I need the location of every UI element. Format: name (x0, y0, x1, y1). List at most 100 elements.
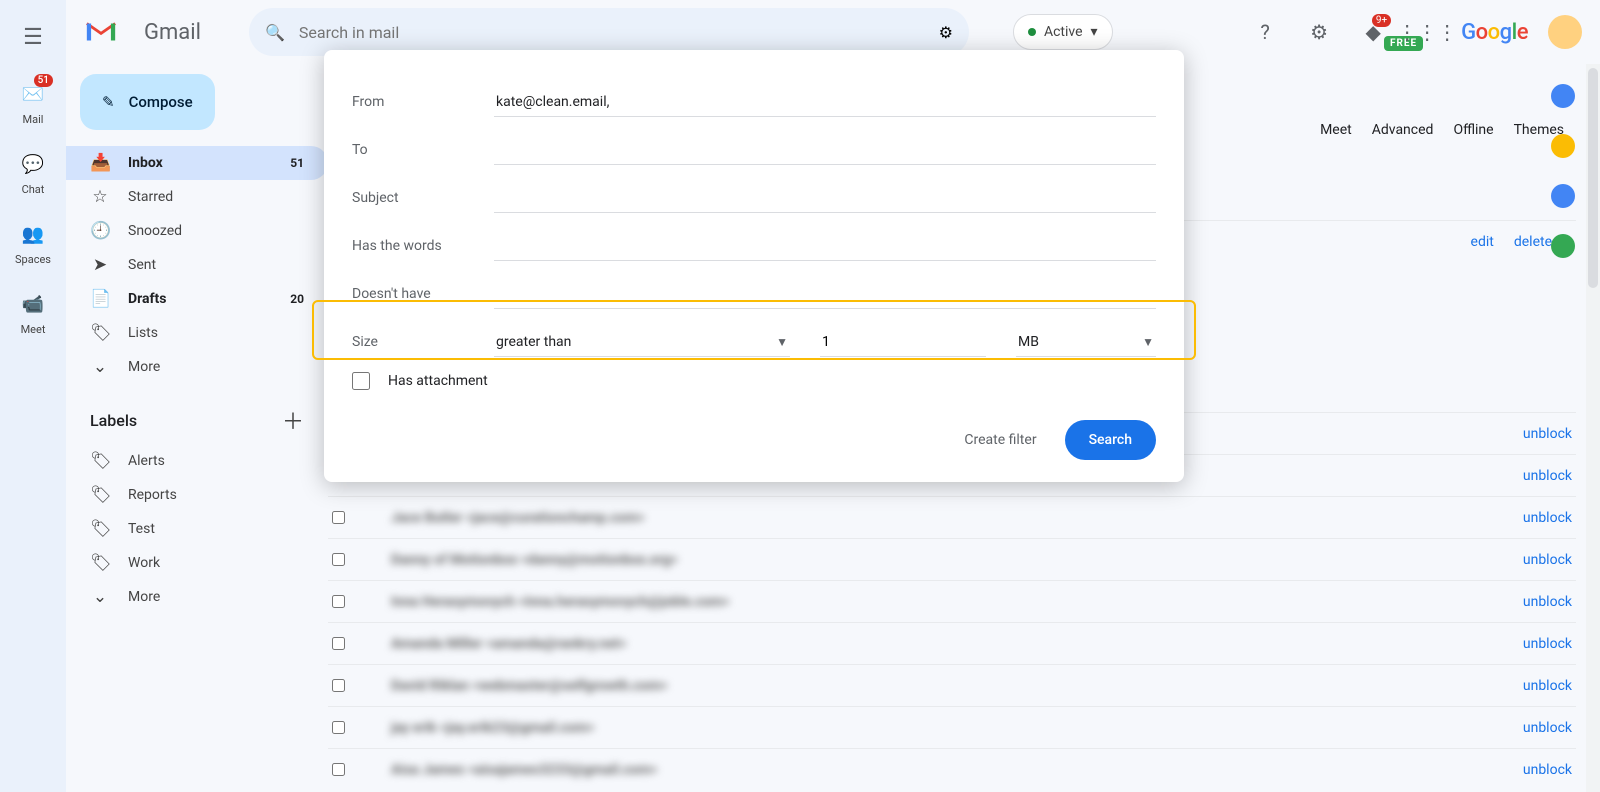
has-words-input[interactable] (494, 231, 1156, 261)
blocked-address: jay erik <jay.erik23@gmail.com> (391, 720, 594, 736)
label-text: Alerts (128, 453, 165, 469)
size-operator-select[interactable]: greater than ▼ (494, 327, 790, 357)
subject-input[interactable] (494, 183, 1156, 213)
row-checkbox[interactable] (332, 679, 345, 692)
label-reports[interactable]: 🏷 Reports (66, 478, 328, 512)
chevron-down-icon: ⌄ (90, 357, 110, 377)
tag-icon: 🏷 (90, 485, 110, 505)
meet-icon: 📹 (17, 289, 49, 321)
account-avatar[interactable] (1548, 15, 1582, 49)
search-bar[interactable]: 🔍 ⚙ (249, 8, 969, 56)
blocked-row: Inna Herasymovych <inna.herasymovych@job… (328, 580, 1576, 622)
inbox-icon: 📥 (90, 153, 110, 173)
nav-label: Drafts (128, 291, 166, 307)
sent-icon: ➤ (90, 255, 110, 275)
nav-more[interactable]: ⌄ More (66, 350, 328, 384)
row-checkbox[interactable] (332, 763, 345, 776)
notification-badge: 9+ (1372, 14, 1391, 27)
create-filter-link[interactable]: Create filter (964, 432, 1036, 448)
main-menu-icon[interactable]: ☰ (12, 16, 54, 58)
clock-icon: 🕘 (90, 221, 110, 241)
row-checkbox[interactable] (332, 553, 345, 566)
chevron-down-icon: ▼ (1142, 335, 1154, 349)
label-text: Work (128, 555, 160, 571)
edit-link[interactable]: edit (1471, 234, 1494, 250)
rail-label: Chat (22, 183, 45, 196)
keep-app-icon[interactable] (1551, 134, 1575, 158)
doesnt-have-input[interactable] (494, 279, 1156, 309)
row-checkbox[interactable] (332, 595, 345, 608)
row-checkbox[interactable] (332, 511, 345, 524)
settings-icon[interactable]: ⚙ (1299, 12, 1339, 52)
rail-item-spaces[interactable]: 👥 Spaces (7, 216, 59, 268)
tasks-app-icon[interactable] (1551, 184, 1575, 208)
product-name: Gmail (144, 20, 201, 45)
nav-label: Lists (128, 325, 158, 341)
from-input[interactable] (494, 87, 1156, 117)
chevron-down-icon: ▾ (1091, 24, 1098, 40)
apps-icon[interactable]: ⋮⋮⋮ (1407, 12, 1447, 52)
size-unit-select[interactable]: MB ▼ (1016, 327, 1156, 357)
blocked-address: Aisa James <aisajames3233@gmail.com> (391, 762, 657, 778)
size-operator-value: greater than (496, 334, 571, 350)
status-chip[interactable]: Active ▾ (1013, 14, 1113, 50)
scrollbar-thumb[interactable] (1588, 68, 1598, 288)
has-attachment-checkbox[interactable] (352, 372, 370, 390)
label-more[interactable]: ⌄ More (66, 580, 328, 614)
nav-label: Sent (128, 257, 156, 273)
add-label-icon[interactable]: ＋ (282, 404, 304, 436)
row-checkbox[interactable] (332, 637, 345, 650)
search-filter-modal: From To Subject Has the words Doesn't ha… (324, 50, 1184, 482)
search-options-icon[interactable]: ⚙ (939, 23, 953, 42)
search-input[interactable] (299, 23, 925, 42)
blocked-row: Danny of Motionbox <danny@motionbox.org>… (328, 538, 1576, 580)
support-icon[interactable]: ? (1245, 12, 1285, 52)
gmail-logo[interactable] (84, 12, 136, 52)
label-text: More (128, 589, 160, 605)
size-unit-value: MB (1018, 334, 1039, 350)
star-icon: ☆ (90, 187, 110, 207)
subject-label: Subject (352, 190, 494, 206)
rail-item-mail[interactable]: 51 ✉️ Mail (7, 76, 59, 128)
rail-item-chat[interactable]: 💬 Chat (7, 146, 59, 198)
blocked-address: Inna Herasymovych <inna.herasymovych@job… (391, 594, 730, 610)
to-input[interactable] (494, 135, 1156, 165)
nav-label: More (128, 359, 160, 375)
blocked-row: Aisa James <aisajames3233@gmail.com>unbl… (328, 748, 1576, 790)
nav-drafts[interactable]: 📄 Drafts 20 (66, 282, 328, 316)
contacts-app-icon[interactable] (1551, 234, 1575, 258)
label-text: Test (128, 521, 155, 537)
rail-item-meet[interactable]: 📹 Meet (7, 286, 59, 338)
nav-lists[interactable]: 🏷 Lists (66, 316, 328, 350)
vertical-scrollbar[interactable] (1586, 64, 1600, 792)
nav-count: 20 (290, 292, 304, 306)
tag-icon: 🏷 (90, 451, 110, 471)
gmail-m-icon (84, 19, 118, 45)
google-logo[interactable]: Google (1461, 20, 1528, 45)
label-work[interactable]: 🏷 Work (66, 546, 328, 580)
row-checkbox[interactable] (332, 721, 345, 734)
label-test[interactable]: 🏷 Test (66, 512, 328, 546)
blocked-address: David Riklan <webmaster@selfgrowth.com> (391, 678, 668, 694)
size-value-input[interactable] (820, 327, 986, 357)
nav-sent[interactable]: ➤ Sent (66, 248, 328, 282)
compose-button[interactable]: ✎ Compose (80, 74, 215, 130)
spaces-icon: 👥 (17, 219, 49, 251)
status-dot-icon (1028, 28, 1036, 36)
nav-snoozed[interactable]: 🕘 Snoozed (66, 214, 328, 248)
rail-label: Spaces (15, 253, 51, 266)
has-attachment-label: Has attachment (388, 373, 488, 389)
nav-starred[interactable]: ☆ Starred (66, 180, 328, 214)
blocked-row: Jace Butler <jace@curationchamp.com>unbl… (328, 496, 1576, 538)
nav-inbox[interactable]: 📥 Inbox 51 (66, 146, 328, 180)
rail-label: Meet (21, 323, 46, 336)
blocked-row: jay erik <jay.erik23@gmail.com>unblock (328, 706, 1576, 748)
label-alerts[interactable]: 🏷 Alerts (66, 444, 328, 478)
search-icon[interactable]: 🔍 (265, 23, 285, 42)
chevron-down-icon: ⌄ (90, 587, 110, 607)
search-button[interactable]: Search (1065, 420, 1156, 460)
blocked-row: David Riklan <webmaster@selfgrowth.com>u… (328, 664, 1576, 706)
sidebar: ✎ Compose 📥 Inbox 51 ☆ Starred 🕘 Snoozed… (66, 64, 328, 792)
chat-icon: 💬 (17, 149, 49, 181)
calendar-app-icon[interactable] (1551, 84, 1575, 108)
